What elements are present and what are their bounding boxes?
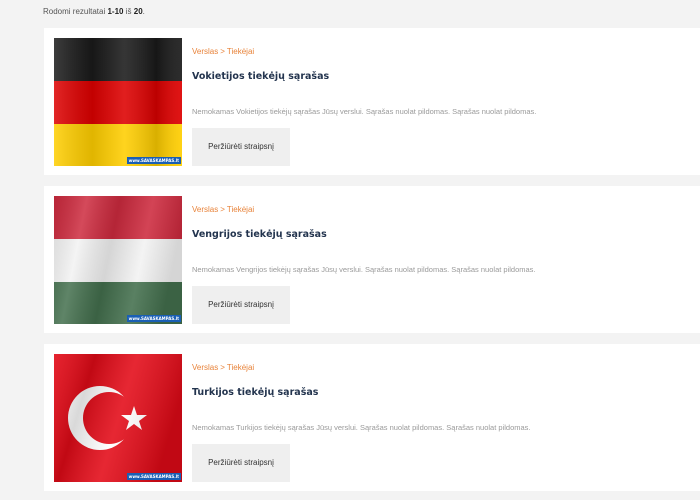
- article-excerpt: Nemokamas Turkijos tiekėjų sąrašas Jūsų …: [192, 423, 531, 432]
- results-range: 1-10: [107, 7, 124, 16]
- category-link-parent[interactable]: Verslas: [192, 363, 218, 372]
- article-title[interactable]: Turkijos tiekėjų sąrašas: [192, 387, 318, 398]
- results-prefix: Rodomi rezultatai: [43, 7, 106, 16]
- article-title[interactable]: Vokietijos tiekėjų sąrašas: [192, 71, 329, 82]
- breadcrumb: Verslas > Tiekėjai: [192, 363, 254, 372]
- article-title[interactable]: Vengrijos tiekėjų sąrašas: [192, 229, 327, 240]
- breadcrumb: Verslas > Tiekėjai: [192, 47, 254, 56]
- article-card-turkey: www.SAVASKAMPAS.lt Verslas > Tiekėjai Turk…: [44, 344, 700, 491]
- category-link-parent[interactable]: Verslas: [192, 47, 218, 56]
- category-link-parent[interactable]: Verslas: [192, 205, 218, 214]
- view-article-button[interactable]: Peržiūrėti straipsnį: [192, 286, 290, 324]
- watermark-label: www.SAVASKAMPAS.lt: [126, 157, 181, 164]
- breadcrumb: Verslas > Tiekėjai: [192, 205, 254, 214]
- breadcrumb-separator: >: [220, 363, 225, 372]
- category-link[interactable]: Tiekėjai: [227, 363, 254, 372]
- category-link[interactable]: Tiekėjai: [227, 205, 254, 214]
- results-total: 20: [133, 7, 143, 16]
- breadcrumb-separator: >: [220, 205, 225, 214]
- hungary-flag-image[interactable]: www.SAVASKAMPAS.lt: [54, 196, 182, 324]
- results-count: Rodomi rezultatai 1-10 iš 20.: [43, 7, 145, 16]
- breadcrumb-separator: >: [220, 47, 225, 56]
- view-article-button[interactable]: Peržiūrėti straipsnį: [192, 128, 290, 166]
- article-excerpt: Nemokamas Vokietijos tiekėjų sąrašas Jūs…: [192, 107, 537, 116]
- view-article-button[interactable]: Peržiūrėti straipsnį: [192, 444, 290, 482]
- results-of: iš: [125, 7, 132, 16]
- category-link[interactable]: Tiekėjai: [227, 47, 254, 56]
- watermark-label: www.SAVASKAMPAS.lt: [126, 315, 181, 322]
- article-card-germany: www.SAVASKAMPAS.lt Verslas > Tiekėjai Voki…: [44, 28, 700, 175]
- watermark-label: www.SAVASKAMPAS.lt: [126, 473, 181, 480]
- article-excerpt: Nemokamas Vengrijos tiekėjų sąrašas Jūsų…: [192, 265, 536, 274]
- article-card-hungary: www.SAVASKAMPAS.lt Verslas > Tiekėjai Veng…: [44, 186, 700, 333]
- turkey-flag-image[interactable]: www.SAVASKAMPAS.lt: [54, 354, 182, 482]
- germany-flag-image[interactable]: www.SAVASKAMPAS.lt: [54, 38, 182, 166]
